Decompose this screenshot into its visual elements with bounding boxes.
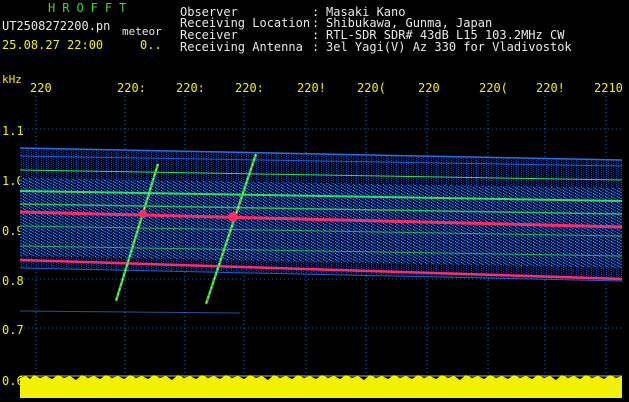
time-tick: 220(	[357, 81, 386, 95]
time-tick: 220(	[479, 81, 508, 95]
spectrogram-plot	[19, 96, 623, 398]
meteor-tag: meteor	[122, 25, 162, 38]
noise-floor-trace	[20, 375, 622, 398]
info-sep: :	[312, 40, 320, 54]
time-tick: 220:	[176, 81, 205, 95]
time-tick: 220!	[297, 81, 326, 95]
time-tick: 220:	[235, 81, 264, 95]
info-value-antenna: 3el Yagi(V) Az 330 for Vladivostok	[326, 40, 572, 54]
time-tick: 220	[418, 81, 440, 95]
counter: 0..	[140, 38, 162, 52]
spectrogram-canvas	[19, 96, 623, 398]
date-time: 25.08.27 22:00	[2, 38, 104, 52]
file-name: UT2508272200.pn	[2, 19, 111, 33]
time-tick: 220!	[536, 81, 565, 95]
time-tick: 220	[30, 81, 52, 95]
app-title: HROFFT	[48, 1, 134, 15]
info-key-antenna: Receiving Antenna	[180, 40, 303, 54]
frequency-unit-label: kHz	[2, 73, 22, 86]
time-tick: 2210	[594, 81, 623, 95]
time-tick: 220:	[117, 81, 146, 95]
